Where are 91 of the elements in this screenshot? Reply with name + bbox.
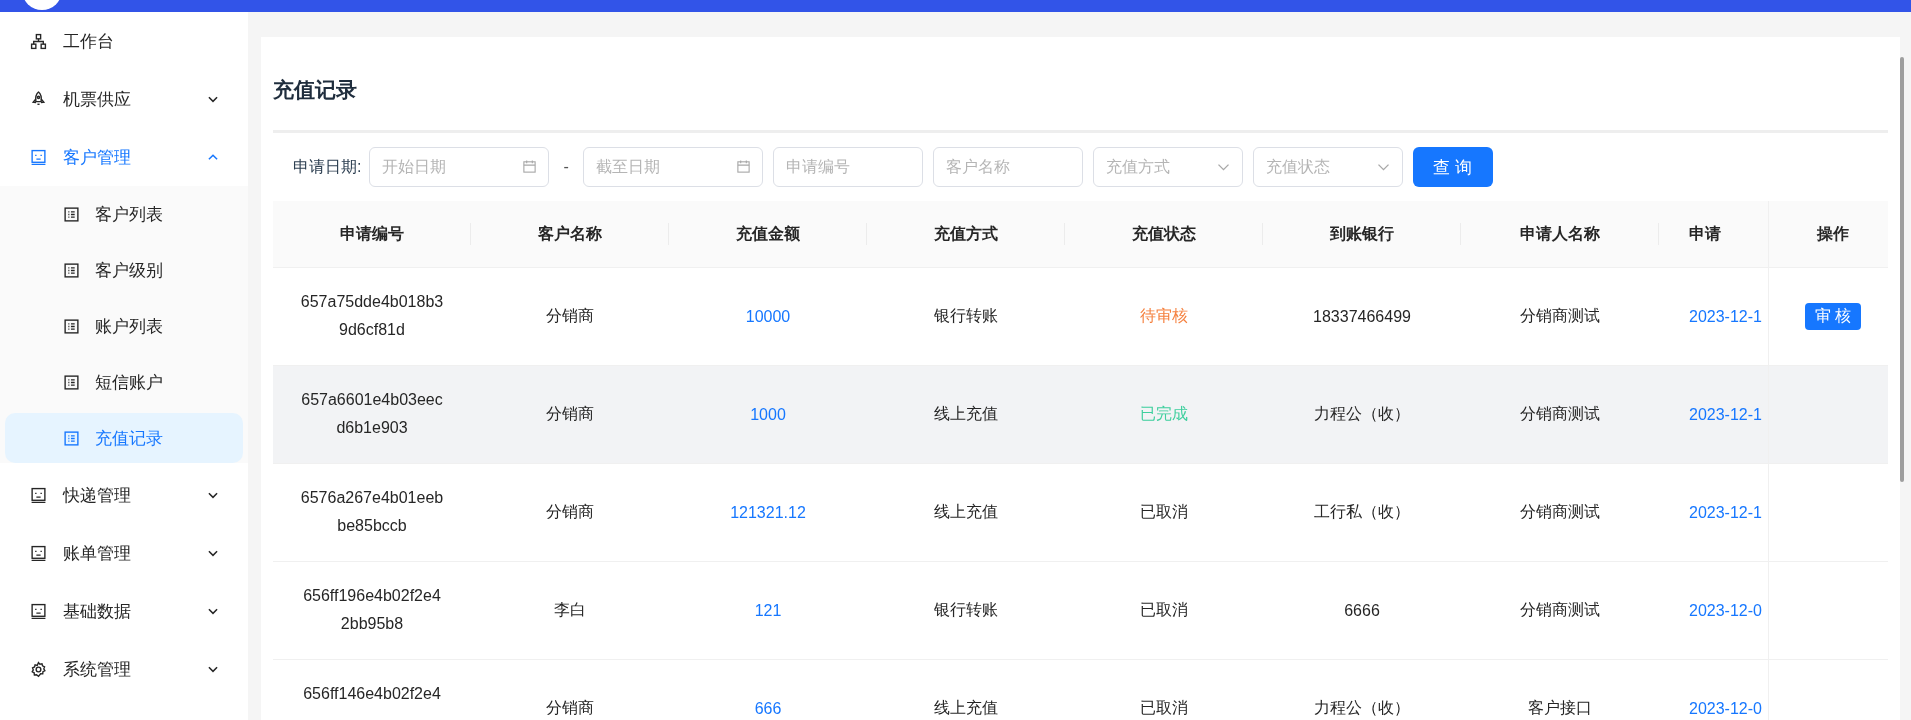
column-header: 充值方式 bbox=[867, 201, 1065, 267]
filter-label: 申请日期: bbox=[293, 156, 362, 177]
date-link[interactable]: 2023-12-1 bbox=[1689, 503, 1762, 522]
table-cell-text: 657a75dde4b018b39d6cf81d bbox=[299, 292, 445, 340]
list-icon bbox=[63, 205, 80, 223]
column-header: 申请 bbox=[1689, 223, 1721, 244]
sidebar-menu-item[interactable]: 基础数据 bbox=[0, 582, 248, 640]
sidebar-menu-item[interactable]: 账单管理 bbox=[0, 524, 248, 582]
list-icon bbox=[63, 429, 80, 447]
amount-link[interactable]: 121 bbox=[669, 562, 867, 659]
submenu-item[interactable]: 短信账户 bbox=[5, 354, 243, 410]
column-header: 申请人名称 bbox=[1461, 201, 1659, 267]
table-row[interactable]: 656ff196e4b02f2e42bb95b8 李白 121 银行转账 已取消 6666 分销商测试 2023-12-0 bbox=[273, 562, 1888, 660]
rocket-icon bbox=[30, 90, 47, 108]
amount-link[interactable]: 666 bbox=[669, 660, 867, 720]
table-cell-text: 力程公（收） bbox=[1313, 404, 1411, 424]
panel-icon bbox=[30, 602, 47, 620]
amount-link[interactable]: 10000 bbox=[669, 268, 867, 365]
page-title: 充值记录 bbox=[273, 77, 358, 103]
table-cell-text: 力程公（收） bbox=[1313, 698, 1411, 718]
calendar-icon bbox=[522, 159, 538, 174]
sidebar-menu-item[interactable]: 系统管理 bbox=[0, 640, 248, 698]
date-link[interactable]: 2023-12-1 bbox=[1689, 405, 1762, 424]
table-cell-text: 李白 bbox=[553, 600, 587, 620]
date-link[interactable]: 2023-12-1 bbox=[1689, 307, 1762, 326]
panel-icon bbox=[30, 148, 47, 166]
column-header: 客户名称 bbox=[471, 201, 669, 267]
column-header: 操作 bbox=[1768, 201, 1897, 267]
table-cell-text: 分销商测试 bbox=[1519, 306, 1601, 326]
table-cell-text: 分销商 bbox=[545, 404, 595, 424]
table-row[interactable]: 6576a267e4b01eebbe85bccb 分销商 121321.12 线上充值 已取消 工行私（收） 分销商测试 2023-12-1 bbox=[273, 464, 1888, 562]
column-header: 充值金额 bbox=[669, 201, 867, 267]
amount-link[interactable]: 121321.12 bbox=[669, 464, 867, 561]
table-cell-text: 6666 bbox=[1343, 600, 1381, 621]
query-button[interactable]: 查 询 bbox=[1412, 147, 1493, 187]
submenu-item[interactable]: 账户列表 bbox=[5, 298, 243, 354]
table-cell-text: 分销商测试 bbox=[1519, 404, 1601, 424]
status-text: 已完成 bbox=[1139, 404, 1189, 424]
sitemap-icon bbox=[30, 32, 47, 50]
column-header: 申请编号 bbox=[273, 201, 471, 267]
submenu-item[interactable]: 充值记录 bbox=[5, 413, 243, 463]
table-cell-text: 分销商 bbox=[545, 698, 595, 718]
column-header: 到账银行 bbox=[1263, 201, 1461, 267]
status-text: 已取消 bbox=[1139, 698, 1189, 718]
column-header: 充值状态 bbox=[1065, 201, 1263, 267]
date-link[interactable]: 2023-12-0 bbox=[1689, 699, 1762, 718]
settings-icon bbox=[30, 660, 47, 678]
table-cell-text: 工行私（收） bbox=[1313, 502, 1411, 522]
table-cell-text: 银行转账 bbox=[933, 306, 999, 326]
date-field[interactable]: 开始日期 bbox=[369, 147, 550, 187]
sidebar-menu-item[interactable]: 客户管理 bbox=[0, 128, 248, 186]
table-cell-text: 656ff146e4b02f2e4 bbox=[302, 684, 442, 704]
submenu-item[interactable]: 客户列表 bbox=[5, 186, 243, 242]
table-row[interactable]: 657a6601e4b03eecd6b1e903 分销商 1000 线上充值 已完成 力程公（收） 分销商测试 2023-12-1 bbox=[273, 366, 1888, 464]
table-cell-text: 客户接口 bbox=[1527, 698, 1593, 718]
review-button[interactable]: 审 核 bbox=[1804, 303, 1862, 330]
table-cell-text: 656ff196e4b02f2e42bb95b8 bbox=[302, 586, 442, 634]
submenu-item[interactable]: 客户级别 bbox=[5, 242, 243, 298]
table-cell-text: 线上充值 bbox=[933, 698, 999, 718]
list-icon bbox=[63, 317, 80, 335]
input-field[interactable]: 申请编号 bbox=[772, 147, 923, 187]
date-link[interactable]: 2023-12-0 bbox=[1689, 601, 1762, 620]
table-cell-text: 银行转账 bbox=[933, 600, 999, 620]
table-row[interactable]: 656ff146e4b02f2e4 分销商 666 线上充值 已取消 力程公（收） 客户接口 2023-12-0 bbox=[273, 660, 1888, 720]
table-cell-text: 分销商测试 bbox=[1519, 600, 1601, 620]
table-cell-text: 分销商测试 bbox=[1519, 502, 1601, 522]
list-icon bbox=[63, 373, 80, 391]
select-field[interactable]: 充值状态 bbox=[1252, 147, 1403, 187]
table-cell-text: 分销商 bbox=[545, 306, 595, 326]
scrollbar-thumb[interactable] bbox=[1900, 57, 1904, 482]
table-cell-text: 18337466499 bbox=[1312, 306, 1412, 327]
date-field[interactable]: 截至日期 bbox=[582, 147, 763, 187]
input-field[interactable]: 客户名称 bbox=[932, 147, 1083, 187]
panel-icon bbox=[30, 486, 47, 504]
table-cell-text: 线上充值 bbox=[933, 502, 999, 522]
sidebar-menu-item[interactable]: 机票供应 bbox=[0, 70, 248, 128]
sidebar-menu-item[interactable]: 快递管理 bbox=[0, 466, 248, 524]
status-text: 已取消 bbox=[1139, 502, 1189, 522]
range-separator: - bbox=[562, 158, 570, 176]
table-cell-text: 6576a267e4b01eebbe85bccb bbox=[299, 488, 445, 536]
list-icon bbox=[63, 261, 80, 279]
amount-link[interactable]: 1000 bbox=[669, 366, 867, 463]
calendar-icon bbox=[735, 159, 751, 174]
table-cell-text: 657a6601e4b03eecd6b1e903 bbox=[300, 390, 444, 438]
status-text: 已取消 bbox=[1139, 600, 1189, 620]
table-cell-text: 线上充值 bbox=[933, 404, 999, 424]
panel-icon bbox=[30, 544, 47, 562]
select-field[interactable]: 充值方式 bbox=[1092, 147, 1243, 187]
sidebar-menu-item[interactable]: 工作台 bbox=[0, 12, 248, 70]
status-text: 待审核 bbox=[1139, 306, 1189, 326]
table-cell-text: 分销商 bbox=[545, 502, 595, 522]
